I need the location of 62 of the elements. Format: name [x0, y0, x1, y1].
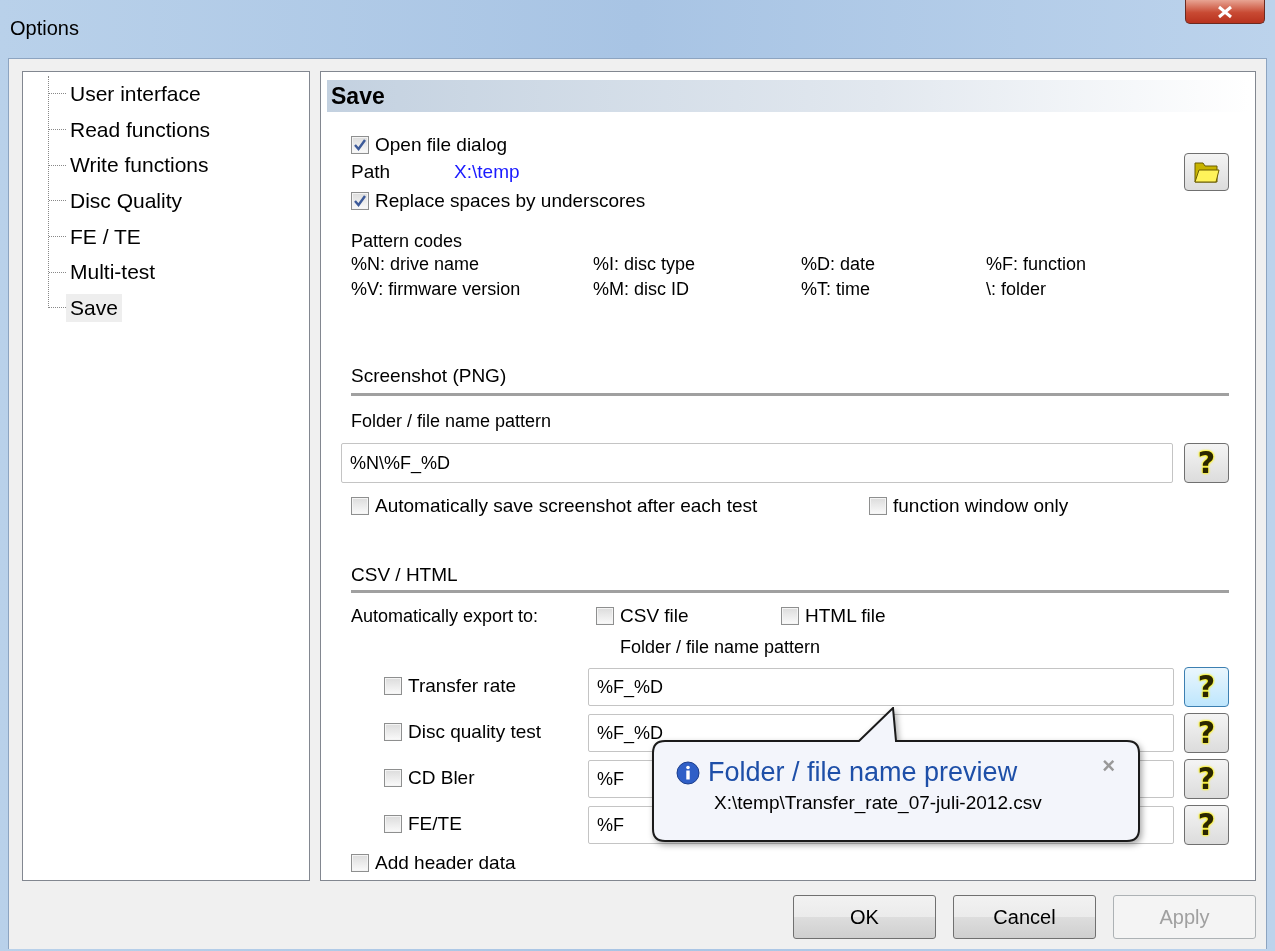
pattern-code: %D: date [801, 253, 877, 276]
checkbox-label[interactable]: Add header data [375, 852, 516, 874]
browse-button[interactable] [1184, 153, 1229, 191]
close-button[interactable] [1185, 0, 1265, 24]
tree-item[interactable]: FE / TE [66, 222, 145, 251]
field-label: Folder / file name pattern [351, 411, 553, 432]
checkbox-label[interactable]: function window only [893, 495, 1069, 517]
checkbox-label[interactable]: Replace spaces by underscores [375, 190, 646, 212]
tree-item[interactable]: Multi-test [66, 258, 160, 287]
checkbox[interactable] [351, 497, 369, 515]
tooltip-title: Folder / file name preview [708, 757, 1018, 788]
checkbox[interactable] [384, 814, 402, 833]
checkbox-label[interactable]: CD Bler [408, 766, 475, 789]
tree-item[interactable]: Save [66, 293, 122, 322]
checkbox[interactable] [596, 607, 614, 625]
pattern-code: %V: firmware version [351, 278, 522, 301]
tree-item[interactable]: User interface [66, 79, 205, 108]
pattern-code: %I: disc type [593, 253, 697, 276]
path-label: Path [351, 161, 391, 183]
info-icon [676, 761, 700, 784]
help-button[interactable]: ? [1184, 667, 1229, 707]
tree-item[interactable]: Write functions [66, 151, 213, 180]
checkbox[interactable] [351, 854, 369, 872]
checkbox[interactable] [384, 722, 402, 741]
pattern-input[interactable]: %N\%F_%D [341, 443, 1173, 483]
close-icon [1217, 5, 1233, 18]
pattern-code: \: folder [986, 278, 1048, 301]
help-button[interactable]: ? [1184, 805, 1229, 845]
folder-icon [1194, 162, 1219, 183]
export-label: Automatically export to: [351, 605, 540, 627]
tree-item[interactable]: Read functions [66, 115, 215, 144]
section-heading: CSV / HTML [351, 564, 1229, 593]
help-button[interactable]: ? [1184, 713, 1229, 753]
window-title: Options [10, 17, 79, 40]
help-button[interactable]: ? [1184, 759, 1229, 799]
checkbox-label[interactable]: Transfer rate [408, 674, 517, 697]
dialog-button[interactable]: OK [793, 895, 936, 939]
tree-item[interactable]: Disc Quality [66, 186, 187, 215]
checkbox[interactable] [781, 607, 799, 625]
checkbox[interactable] [869, 497, 887, 515]
path-value: X:\temp [454, 161, 520, 183]
dialog-button[interactable]: Cancel [953, 895, 1096, 939]
checkbox-label[interactable]: Open file dialog [375, 134, 508, 156]
checkbox-label[interactable]: Disc quality test [408, 720, 542, 743]
pattern-input[interactable]: %F_%D [588, 668, 1174, 706]
pattern-codes-title: Pattern codes [351, 231, 464, 252]
pattern-code: %F: function [986, 253, 1088, 276]
section-heading: Screenshot (PNG) [351, 365, 1229, 396]
field-label: Folder / file name pattern [620, 637, 822, 658]
checkbox[interactable] [384, 768, 402, 787]
checkbox[interactable] [384, 676, 402, 695]
checkbox[interactable] [351, 192, 369, 210]
tooltip-text: X:\temp\Transfer_rate_07-juli-2012.csv [714, 792, 1043, 814]
checkbox-label[interactable]: CSV file [620, 605, 689, 627]
checkbox-label[interactable]: FE/TE [408, 812, 462, 835]
checkbox[interactable] [351, 136, 369, 154]
help-button[interactable]: ? [1184, 443, 1229, 483]
checkbox-label[interactable]: Automatically save screenshot after each test [375, 495, 758, 517]
checkbox-label[interactable]: HTML file [805, 605, 886, 627]
pattern-code: %N: drive name [351, 253, 481, 276]
pattern-code: %T: time [801, 278, 871, 301]
pattern-code: %M: disc ID [593, 278, 690, 301]
